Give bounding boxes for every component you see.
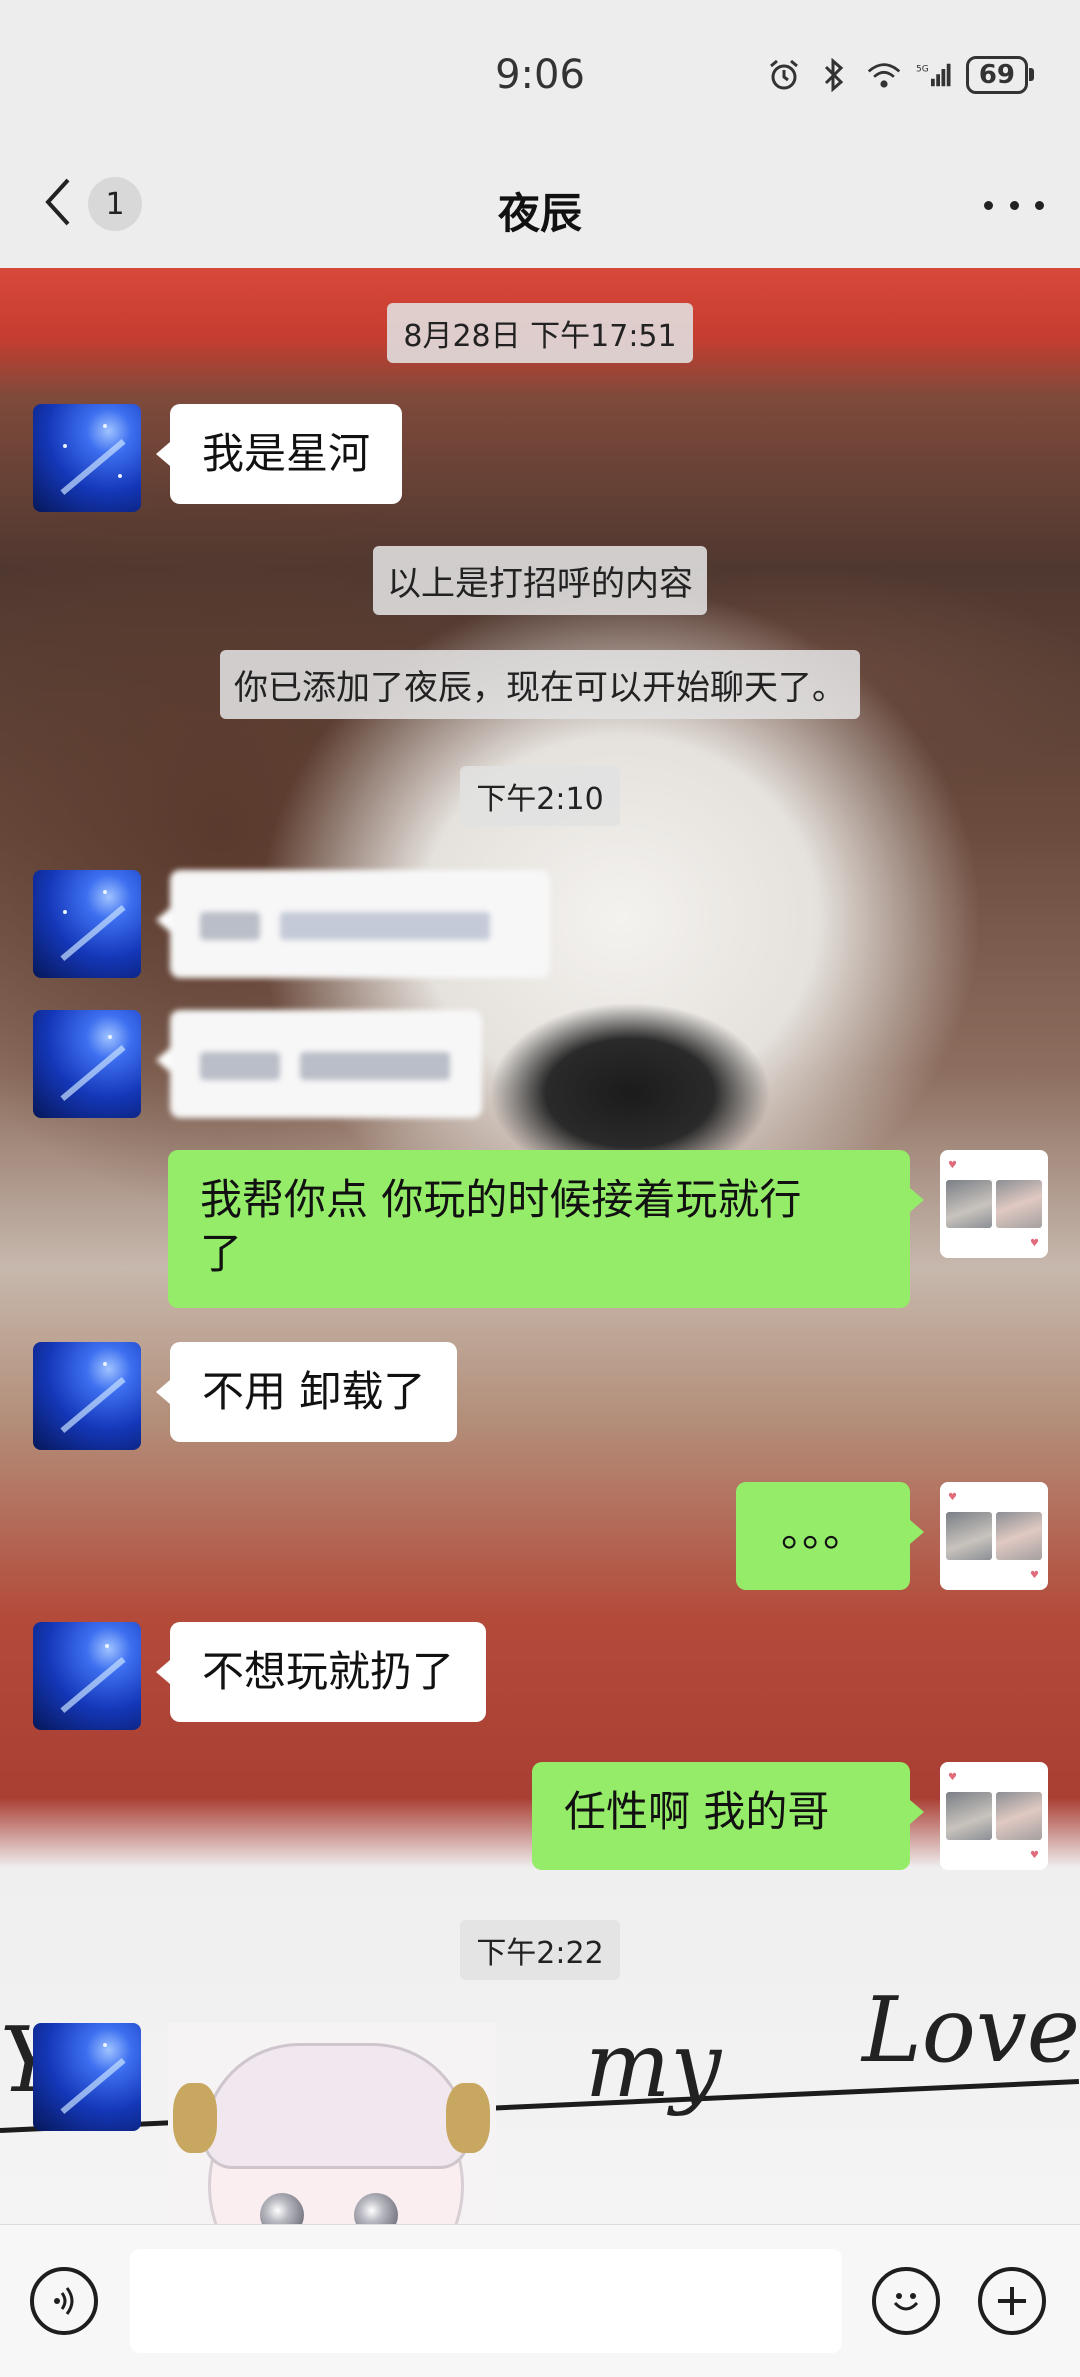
contact-avatar[interactable] (33, 404, 141, 512)
message-input[interactable] (130, 2249, 842, 2353)
background-text-my: my (585, 2013, 722, 2118)
system-notice: 你已添加了夜辰，现在可以开始聊天了。 (0, 650, 1080, 719)
background-decoration (0, 2079, 1080, 2133)
chat-title: 夜辰 (497, 189, 582, 238)
timestamp: 下午2:10 (0, 766, 1080, 826)
contact-avatar[interactable] (33, 1010, 141, 1118)
signal-icon: 5G (916, 57, 952, 93)
battery-indicator: 69 (965, 56, 1035, 94)
contact-avatar[interactable] (33, 1622, 141, 1730)
message-bubble-outgoing[interactable]: 我帮你点 你玩的时候接着玩就行 了 (168, 1150, 924, 1308)
message-bubble-incoming[interactable]: 不想玩就扔了 (155, 1622, 487, 1722)
wifi-icon (866, 57, 902, 93)
contact-avatar[interactable] (33, 1342, 141, 1450)
more-dots-icon (984, 200, 993, 210)
sticker-message[interactable] (168, 2023, 496, 2224)
background-text-love: Love (862, 1978, 1080, 2083)
message-bubble-incoming[interactable]: 我是星河 (155, 404, 403, 504)
my-avatar[interactable]: ♥ ♥ (940, 1482, 1048, 1590)
timestamp: 8月28日 下午17:51 (0, 303, 1080, 363)
message-bubble-incoming-redacted[interactable] (156, 1010, 482, 1118)
more-button[interactable] (984, 178, 1044, 232)
message-bubble-outgoing[interactable]: 任性啊 我的哥 (532, 1762, 924, 1870)
bluetooth-icon (816, 57, 852, 93)
voice-icon (54, 2287, 74, 2315)
contact-avatar[interactable] (33, 870, 141, 978)
status-bar: 9:06 5G 69 (0, 0, 1080, 150)
voice-button[interactable] (30, 2267, 98, 2335)
plus-icon (998, 2287, 1026, 2315)
timestamp: 下午2:22 (0, 1920, 1080, 1980)
my-avatar[interactable]: ♥ ♥ (940, 1762, 1048, 1870)
emoji-button[interactable] (872, 2267, 940, 2335)
system-notice: 以上是打招呼的内容 (0, 546, 1080, 615)
chat-header: 1 夜辰 (0, 150, 1080, 268)
input-bar (0, 2224, 1080, 2377)
message-text-line: 我帮你点 你玩的时候接着玩就行 (200, 1175, 802, 1224)
alarm-icon (766, 57, 802, 93)
status-icons: 5G 69 (766, 56, 1035, 94)
svg-text:5G: 5G (916, 64, 929, 74)
contact-avatar[interactable] (33, 2023, 141, 2131)
plus-button[interactable] (978, 2267, 1046, 2335)
message-bubble-incoming[interactable]: 不用 卸载了 (155, 1342, 458, 1442)
my-avatar[interactable]: ♥ ♥ (940, 1150, 1048, 1258)
message-text-line: 了 (200, 1229, 243, 1278)
message-bubble-incoming-redacted[interactable] (156, 870, 550, 978)
emoji-icon (893, 2293, 919, 2311)
message-bubble-outgoing[interactable]: 。。。 (736, 1482, 924, 1590)
chat-area[interactable]: Yo my Love 8月28日 下午17:51 我是星河 以上是打招呼的内容 … (0, 268, 1080, 2224)
